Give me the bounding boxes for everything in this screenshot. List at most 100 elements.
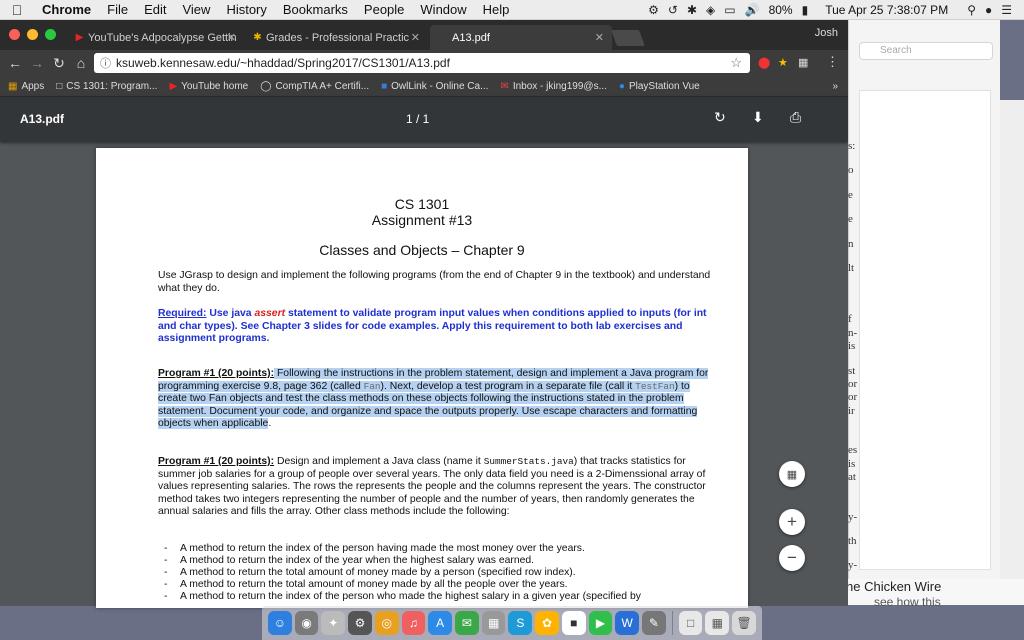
program-2-label: Program #1 (20 points): — [158, 456, 275, 467]
airplay-icon[interactable]: ▭ — [724, 3, 735, 17]
cloud-app-icon[interactable]: ⚙ — [648, 3, 659, 17]
list-item: A method to return the total amount of m… — [158, 567, 718, 579]
bookmark-owllink[interactable]: ■ OwlLink - Online Ca... — [375, 81, 494, 92]
trash-icon[interactable]: 🗑 — [732, 611, 756, 635]
menu-bar:  Chrome File Edit View History Bookmark… — [0, 0, 1024, 20]
battery-percent[interactable]: 80% — [769, 3, 793, 17]
background-search-input[interactable]: Search — [859, 42, 993, 60]
menu-help[interactable]: Help — [475, 0, 518, 20]
address-url[interactable]: ksuweb.kennesaw.edu/~hhaddad/Spring2017/… — [116, 56, 450, 70]
bookmark-comptia[interactable]: ◯ CompTIA A+ Certifi... — [254, 81, 375, 92]
page-indicator[interactable]: 1 / 1 — [406, 112, 429, 126]
skype-icon[interactable]: S — [508, 611, 533, 635]
list-item: A method to return the index of the pers… — [158, 591, 718, 603]
plus-icon: + — [787, 512, 797, 531]
apple-icon[interactable]:  — [0, 2, 34, 18]
close-window-button[interactable] — [9, 29, 20, 40]
menu-view[interactable]: View — [174, 0, 218, 20]
close-tab-icon[interactable]: ✕ — [595, 31, 604, 44]
downloads-stack-icon[interactable]: ▦ — [705, 611, 730, 635]
address-bar[interactable]: ⓘ ksuweb.kennesaw.edu/~hhaddad/Spring201… — [94, 53, 750, 73]
minimize-window-button[interactable] — [27, 29, 38, 40]
notification-center-icon[interactable]: ☰ — [1001, 3, 1012, 17]
required-label: Required: — [158, 308, 207, 319]
background-caption: he Chicken Wire see how this — [842, 579, 1024, 609]
zoom-out-button[interactable]: − — [779, 545, 805, 571]
browser-toolbar: ← → ↻ ⌂ ⓘ ksuweb.kennesaw.edu/~hhaddad/S… — [0, 50, 848, 76]
bookmark-star-icon[interactable]: ☆ — [730, 55, 742, 71]
gmail-icon: ✉ — [500, 80, 509, 92]
extension-icon[interactable]: ★ — [778, 56, 788, 69]
messages-icon[interactable]: ✉ — [455, 611, 479, 635]
close-tab-icon[interactable]: ✕ — [227, 31, 236, 44]
finder-icon[interactable]: ☺ — [268, 611, 292, 635]
battery-icon[interactable]: ▮ — [802, 3, 809, 17]
launchpad-icon[interactable]: ◉ — [294, 611, 319, 635]
list-item: A method to return the index of the pers… — [158, 543, 718, 555]
facetime-icon[interactable]: ▶ — [588, 611, 613, 635]
pdf-page: CS 1301 Assignment #13 Classes and Objec… — [96, 148, 748, 608]
status-area: ⚙ ↺ ✱ ◈ ▭ 🔊 80% ▮ Tue Apr 25 7:38:07 PM … — [648, 3, 1024, 17]
menu-app-name[interactable]: Chrome — [34, 0, 99, 20]
bookmark-apps[interactable]: ▦ Apps — [0, 81, 50, 92]
tab-youtube[interactable]: ▶ YouTube's Adpocalypse Gettin ✕ — [66, 25, 244, 50]
playstation-icon: ● — [618, 80, 625, 92]
bookmark-cs1301[interactable]: □ CS 1301: Program... — [50, 81, 163, 92]
bookmark-youtube-home[interactable]: ▶ YouTube home — [163, 81, 254, 92]
document-icon[interactable]: □ — [678, 611, 703, 635]
menu-file[interactable]: File — [99, 0, 136, 20]
menu-edit[interactable]: Edit — [136, 0, 174, 20]
user-avatar-icon[interactable]: ● — [985, 3, 992, 17]
course-title: CS 1301 — [394, 196, 450, 212]
rotate-icon[interactable]: ↻ — [714, 109, 726, 126]
assignment-title: Assignment #13 — [371, 212, 473, 228]
music-icon[interactable]: ♫ — [401, 611, 426, 635]
chrome-icon[interactable]: ◎ — [374, 611, 399, 635]
chrome-menu-icon[interactable]: ⋮ — [826, 54, 839, 70]
spotlight-icon[interactable]: ⚲ — [967, 3, 976, 17]
home-icon[interactable]: ⌂ — [70, 55, 92, 71]
bookmark-playstation-vue[interactable]: ● PlayStation Vue — [613, 81, 706, 92]
youtube-icon: ▶ — [75, 32, 84, 43]
profile-button[interactable]: Josh — [815, 27, 838, 39]
youtube-icon: ▶ — [169, 80, 178, 92]
print-icon[interactable]: ⎙ — [790, 109, 801, 126]
reload-icon[interactable]: ↻ — [48, 55, 70, 72]
download-icon[interactable]: ⬇ — [752, 109, 764, 126]
new-tab-button[interactable] — [611, 30, 645, 46]
zoom-window-button[interactable] — [45, 29, 56, 40]
zoom-in-button[interactable]: + — [779, 509, 805, 535]
close-tab-icon[interactable]: ✕ — [411, 31, 420, 44]
dock: ☺ ◉ ✦ ⚙ ◎ ♫ A ✉ ▦ S ✿ ■ ▶ W ✎ □ ▦ 🗑 — [262, 606, 762, 640]
back-icon[interactable]: ← — [4, 55, 26, 71]
utilities-icon[interactable]: ✎ — [642, 611, 666, 635]
app-store-icon[interactable]: A — [428, 611, 453, 635]
adblock-extension-icon[interactable]: ⬤ — [758, 56, 770, 69]
word-icon[interactable]: W — [615, 611, 640, 635]
grades-icon: ✱ — [253, 32, 262, 43]
menu-history[interactable]: History — [218, 0, 274, 20]
wifi-icon[interactable]: ◈ — [706, 3, 715, 17]
menu-clock[interactable]: Tue Apr 25 7:38:07 PM — [825, 3, 948, 17]
menu-bookmarks[interactable]: Bookmarks — [275, 0, 356, 20]
cast-extension-icon[interactable]: ▦ — [798, 56, 808, 69]
preview-icon[interactable]: ▦ — [481, 611, 506, 635]
site-info-icon[interactable]: ⓘ — [100, 55, 111, 71]
notes-icon[interactable]: ■ — [561, 611, 586, 635]
list-item: A method to return the index of the year… — [158, 555, 718, 567]
fit-to-page-button[interactable]: ▦ — [779, 461, 805, 487]
bookmark-inbox[interactable]: ✉ Inbox - jking199@s... — [494, 81, 612, 92]
tab-grades[interactable]: ✱ Grades - Professional Practic ✕ — [244, 25, 428, 50]
bluetooth-icon[interactable]: ✱ — [687, 3, 697, 17]
menu-window[interactable]: Window — [412, 0, 474, 20]
bookmarks-overflow-icon[interactable]: » — [832, 81, 838, 92]
photos-icon[interactable]: ✿ — [535, 611, 559, 635]
safari-icon[interactable]: ✦ — [321, 611, 346, 635]
time-machine-icon[interactable]: ↺ — [668, 3, 678, 17]
tab-a13-pdf[interactable]: A13.pdf ✕ — [430, 25, 612, 50]
system-preferences-icon[interactable]: ⚙ — [348, 611, 372, 635]
menu-people[interactable]: People — [356, 0, 412, 20]
volume-icon[interactable]: 🔊 — [745, 3, 760, 17]
forward-icon[interactable]: → — [26, 55, 48, 71]
apps-icon: ▦ — [8, 80, 18, 92]
